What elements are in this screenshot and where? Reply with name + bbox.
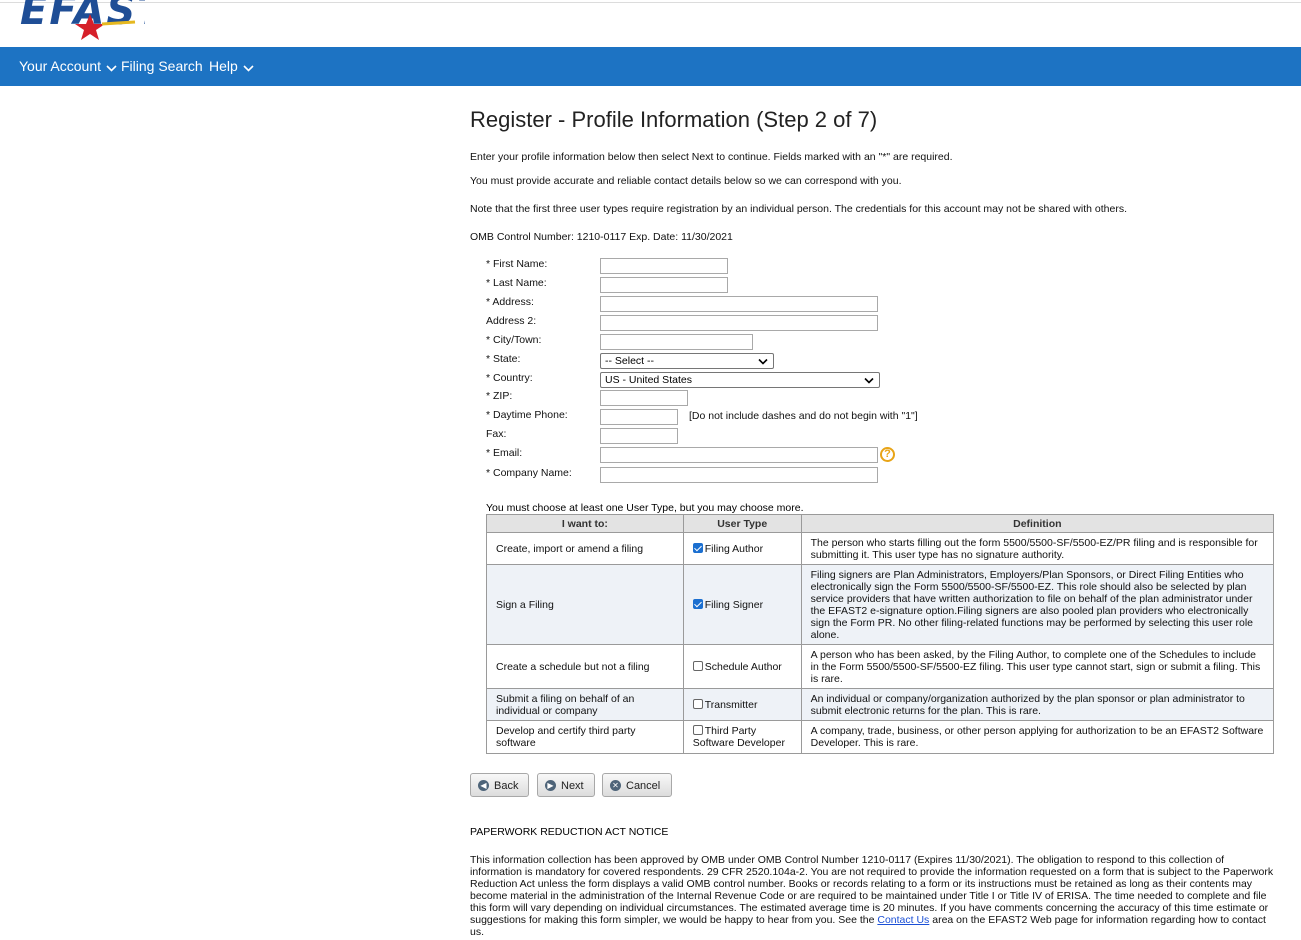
table-row: Create a schedule but not a filing Sched… (486, 644, 1275, 689)
definition-cell: A person who has been asked, by the Fili… (800, 644, 1275, 689)
column-header-want: I want to: (486, 514, 684, 533)
user-type-cell[interactable]: Third Party Software Developer (682, 720, 802, 754)
first-name-input[interactable] (600, 258, 728, 274)
state-label: * State: (486, 353, 521, 365)
intro-credentials-note: Note that the first three user types req… (470, 203, 1127, 215)
nav-filing-search-label: Filing Search (121, 58, 203, 74)
user-type-label: Third Party Software Developer (692, 725, 785, 749)
chevron-down-icon (758, 356, 768, 370)
table-header-row: I want to: User Type Definition (486, 514, 1275, 533)
back-button[interactable]: ◀ Back (470, 773, 529, 797)
city-input[interactable] (600, 334, 753, 350)
first-name-label: * First Name: (486, 258, 548, 270)
definition-cell: Filing signers are Plan Administrators, … (800, 564, 1275, 645)
definition-cell: A company, trade, business, or other per… (800, 720, 1275, 754)
zip-input[interactable] (600, 390, 688, 406)
user-type-cell[interactable]: Filing Author (682, 532, 802, 565)
state-select-value: -- Select -- (605, 355, 655, 367)
nav-help[interactable]: Help (209, 47, 254, 86)
user-type-table: I want to: User Type Definition Create, … (486, 514, 1275, 754)
chevron-down-icon (864, 375, 874, 389)
city-label: * City/Town: (486, 334, 542, 346)
user-type-label: Transmitter (704, 698, 758, 711)
email-input[interactable] (600, 447, 878, 463)
definition-cell: The person who starts filling out the fo… (800, 532, 1275, 565)
last-name-input[interactable] (600, 277, 728, 293)
column-header-definition: Definition (800, 514, 1275, 533)
schedule-author-checkbox[interactable] (692, 660, 703, 671)
want-cell: Create a schedule but not a filing (486, 644, 684, 689)
help-icon[interactable]: ? (880, 447, 895, 462)
company-input[interactable] (600, 467, 878, 483)
user-type-label: Filing Signer (704, 598, 764, 611)
phone-label: * Daytime Phone: (486, 409, 568, 421)
country-select[interactable]: US - United States (600, 372, 880, 388)
address-label: * Address: (486, 296, 534, 308)
top-divider (0, 2, 1301, 3)
cancel-button-label: Cancel (626, 780, 661, 792)
table-row: Create, import or amend a filing Filing … (486, 532, 1275, 565)
intro-instructions: Enter your profile information below the… (470, 151, 953, 163)
user-type-intro: You must choose at least one User Type, … (486, 502, 804, 514)
user-type-cell[interactable]: Filing Signer (682, 564, 802, 645)
arrow-left-icon: ◀ (478, 780, 489, 791)
efast-logo[interactable]: EFAST (20, 0, 145, 46)
want-cell: Sign a Filing (486, 564, 684, 645)
next-button[interactable]: ▶ Next (537, 773, 595, 797)
user-type-cell[interactable]: Schedule Author (682, 644, 802, 689)
back-button-label: Back (494, 780, 519, 792)
intro-contact-note: You must provide accurate and reliable c… (470, 175, 902, 187)
main-navbar: Your Account Filing Search Help (0, 47, 1301, 86)
next-button-label: Next (561, 780, 584, 792)
chevron-down-icon (243, 48, 254, 87)
country-label: * Country: (486, 372, 533, 384)
user-type-label: Filing Author (704, 542, 764, 555)
fax-input[interactable] (600, 428, 678, 444)
company-label: * Company Name: (486, 467, 572, 479)
nav-help-label: Help (209, 58, 238, 74)
contact-us-link[interactable]: Contact Us (877, 914, 929, 926)
country-select-value: US - United States (605, 374, 692, 386)
omb-control-number: OMB Control Number: 1210-0117 Exp. Date:… (470, 231, 733, 243)
table-row: Develop and certify third party software… (486, 720, 1275, 754)
filing-author-checkbox[interactable] (692, 542, 703, 553)
nav-your-account[interactable]: Your Account (19, 47, 117, 86)
third-party-developer-checkbox[interactable] (692, 725, 703, 735)
phone-hint: [Do not include dashes and do not begin … (689, 410, 918, 422)
paperwork-notice-body: This information collection has been app… (470, 854, 1278, 938)
chevron-down-icon (106, 48, 117, 87)
table-row: Sign a Filing Filing Signer Filing signe… (486, 564, 1275, 645)
zip-label: * ZIP: (486, 390, 513, 402)
want-cell: Create, import or amend a filing (486, 532, 684, 565)
page-title: Register - Profile Information (Step 2 o… (470, 107, 878, 132)
nav-your-account-label: Your Account (19, 58, 101, 74)
want-cell: Submit a filing on behalf of an individu… (486, 688, 684, 721)
nav-filing-search[interactable]: Filing Search (121, 47, 203, 86)
address2-label: Address 2: (486, 315, 537, 327)
column-header-type: User Type (682, 514, 802, 533)
email-label: * Email: (486, 447, 523, 459)
last-name-label: * Last Name: (486, 277, 547, 289)
user-type-cell[interactable]: Transmitter (682, 688, 802, 721)
transmitter-checkbox[interactable] (692, 698, 703, 709)
phone-input[interactable] (600, 409, 678, 425)
paperwork-notice-title: PAPERWORK REDUCTION ACT NOTICE (470, 826, 669, 838)
logo-star-icon (75, 14, 136, 40)
user-type-label: Schedule Author (704, 660, 782, 673)
state-select[interactable]: -- Select -- (600, 353, 774, 369)
fax-label: Fax: (486, 428, 507, 440)
address-input[interactable] (600, 296, 878, 312)
close-icon: ✕ (610, 780, 621, 791)
filing-signer-checkbox[interactable] (692, 598, 703, 609)
cancel-button[interactable]: ✕ Cancel (602, 773, 672, 797)
address2-input[interactable] (600, 315, 878, 331)
want-cell: Develop and certify third party software (486, 720, 684, 754)
arrow-right-icon: ▶ (545, 780, 556, 791)
table-row: Submit a filing on behalf of an individu… (486, 688, 1275, 721)
definition-cell: An individual or company/organization au… (800, 688, 1275, 721)
